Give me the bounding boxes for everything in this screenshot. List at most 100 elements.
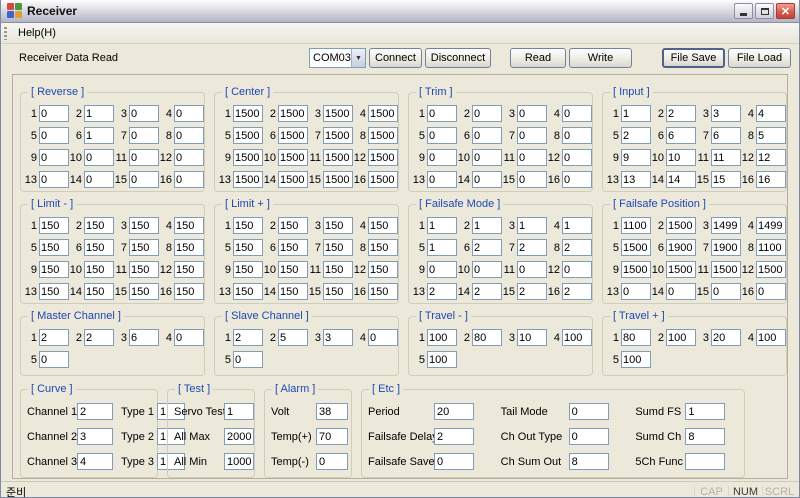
limit-minus-ch14-input[interactable]	[84, 283, 114, 300]
center-ch3-input[interactable]	[323, 105, 353, 122]
reverse-ch6-input[interactable]	[84, 127, 114, 144]
slave-channel-ch4-input[interactable]	[368, 329, 398, 346]
failsafe-mode-ch15-input[interactable]	[517, 283, 547, 300]
travel-plus-ch3-input[interactable]	[711, 329, 741, 346]
etc-field-0-input[interactable]	[434, 403, 474, 420]
failsafe-position-ch4-input[interactable]	[756, 217, 786, 234]
limit-plus-ch4-input[interactable]	[368, 217, 398, 234]
reverse-ch13-input[interactable]	[39, 171, 69, 188]
menu-help[interactable]: Help(H)	[11, 25, 63, 41]
write-button[interactable]: Write	[569, 48, 632, 68]
input-ch8-input[interactable]	[756, 127, 786, 144]
limit-minus-ch13-input[interactable]	[39, 283, 69, 300]
failsafe-mode-ch16-input[interactable]	[562, 283, 592, 300]
limit-plus-ch16-input[interactable]	[368, 283, 398, 300]
trim-ch9-input[interactable]	[427, 149, 457, 166]
input-ch16-input[interactable]	[756, 171, 786, 188]
limit-minus-ch6-input[interactable]	[84, 239, 114, 256]
input-ch9-input[interactable]	[621, 149, 651, 166]
trim-ch14-input[interactable]	[472, 171, 502, 188]
failsafe-position-ch11-input[interactable]	[711, 261, 741, 278]
trim-ch8-input[interactable]	[562, 127, 592, 144]
etc-field-5-input[interactable]	[685, 428, 726, 445]
curve-field-4-input[interactable]	[77, 453, 113, 470]
failsafe-position-ch16-input[interactable]	[756, 283, 786, 300]
limit-minus-ch3-input[interactable]	[129, 217, 159, 234]
etc-field-4-input[interactable]	[568, 428, 609, 445]
master-channel-ch3-input[interactable]	[129, 329, 159, 346]
alarm-field-2-input[interactable]	[316, 453, 348, 470]
trim-ch7-input[interactable]	[517, 127, 547, 144]
input-ch13-input[interactable]	[621, 171, 651, 188]
reverse-ch11-input[interactable]	[129, 149, 159, 166]
travel-minus-ch4-input[interactable]	[562, 329, 592, 346]
failsafe-mode-ch12-input[interactable]	[562, 261, 592, 278]
travel-plus-ch5-input[interactable]	[621, 351, 651, 368]
input-ch12-input[interactable]	[756, 149, 786, 166]
center-ch6-input[interactable]	[278, 127, 308, 144]
limit-minus-ch15-input[interactable]	[129, 283, 159, 300]
limit-minus-ch2-input[interactable]	[84, 217, 114, 234]
connect-button[interactable]: Connect	[369, 48, 422, 68]
reverse-ch3-input[interactable]	[129, 105, 159, 122]
trim-ch11-input[interactable]	[517, 149, 547, 166]
center-ch11-input[interactable]	[323, 149, 353, 166]
limit-plus-ch11-input[interactable]	[323, 261, 353, 278]
etc-field-6-input[interactable]	[434, 453, 474, 470]
etc-field-2-input[interactable]	[685, 403, 726, 420]
limit-minus-ch8-input[interactable]	[174, 239, 204, 256]
failsafe-position-ch2-input[interactable]	[666, 217, 696, 234]
trim-ch3-input[interactable]	[517, 105, 547, 122]
travel-plus-ch4-input[interactable]	[756, 329, 786, 346]
reverse-ch10-input[interactable]	[84, 149, 114, 166]
input-ch14-input[interactable]	[666, 171, 696, 188]
limit-minus-ch10-input[interactable]	[84, 261, 114, 278]
failsafe-position-ch10-input[interactable]	[666, 261, 696, 278]
curve-field-0-input[interactable]	[77, 403, 113, 420]
center-ch7-input[interactable]	[323, 127, 353, 144]
failsafe-position-ch6-input[interactable]	[666, 239, 696, 256]
failsafe-mode-ch1-input[interactable]	[427, 217, 457, 234]
input-ch5-input[interactable]	[621, 127, 651, 144]
reverse-ch4-input[interactable]	[174, 105, 204, 122]
trim-ch6-input[interactable]	[472, 127, 502, 144]
failsafe-position-ch8-input[interactable]	[756, 239, 786, 256]
trim-ch4-input[interactable]	[562, 105, 592, 122]
file-load-button[interactable]: File Load	[728, 48, 791, 68]
travel-minus-ch5-input[interactable]	[427, 351, 457, 368]
trim-ch1-input[interactable]	[427, 105, 457, 122]
trim-ch13-input[interactable]	[427, 171, 457, 188]
limit-plus-ch15-input[interactable]	[323, 283, 353, 300]
limit-plus-ch3-input[interactable]	[323, 217, 353, 234]
failsafe-mode-ch8-input[interactable]	[562, 239, 592, 256]
failsafe-position-ch3-input[interactable]	[711, 217, 741, 234]
failsafe-mode-ch10-input[interactable]	[472, 261, 502, 278]
reverse-ch2-input[interactable]	[84, 105, 114, 122]
travel-plus-ch2-input[interactable]	[666, 329, 696, 346]
reverse-ch5-input[interactable]	[39, 127, 69, 144]
input-ch3-input[interactable]	[711, 105, 741, 122]
reverse-ch16-input[interactable]	[174, 171, 204, 188]
limit-minus-ch1-input[interactable]	[39, 217, 69, 234]
limit-plus-ch8-input[interactable]	[368, 239, 398, 256]
trim-ch5-input[interactable]	[427, 127, 457, 144]
alarm-field-1-input[interactable]	[316, 428, 348, 445]
test-field-2-input[interactable]	[224, 453, 254, 470]
slave-channel-ch3-input[interactable]	[323, 329, 353, 346]
limit-minus-ch16-input[interactable]	[174, 283, 204, 300]
reverse-ch8-input[interactable]	[174, 127, 204, 144]
limit-minus-ch11-input[interactable]	[129, 261, 159, 278]
trim-ch2-input[interactable]	[472, 105, 502, 122]
limit-plus-ch7-input[interactable]	[323, 239, 353, 256]
limit-minus-ch9-input[interactable]	[39, 261, 69, 278]
failsafe-mode-ch4-input[interactable]	[562, 217, 592, 234]
center-ch8-input[interactable]	[368, 127, 398, 144]
limit-plus-ch9-input[interactable]	[233, 261, 263, 278]
close-button[interactable]: ✕	[776, 3, 795, 19]
etc-field-7-input[interactable]	[568, 453, 609, 470]
reverse-ch9-input[interactable]	[39, 149, 69, 166]
input-ch7-input[interactable]	[711, 127, 741, 144]
reverse-ch14-input[interactable]	[84, 171, 114, 188]
center-ch5-input[interactable]	[233, 127, 263, 144]
file-save-button[interactable]: File Save	[662, 48, 725, 68]
